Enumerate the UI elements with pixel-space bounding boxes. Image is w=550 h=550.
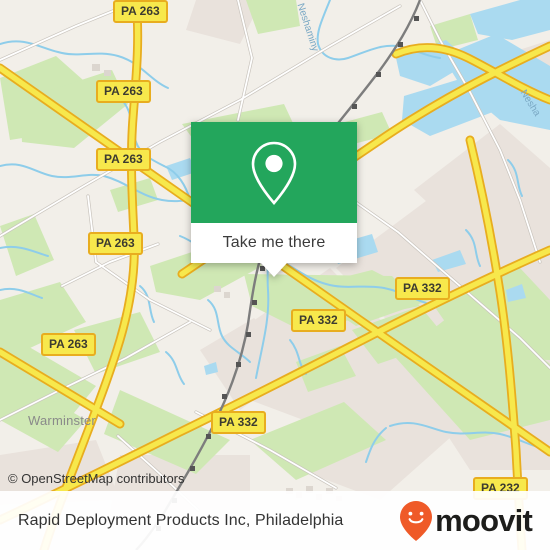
shield-pa-263-d[interactable]: PA 263 xyxy=(88,232,143,255)
map-canvas[interactable]: Warminster Neshaminy Nesha PA 263 PA 263… xyxy=(0,0,550,550)
popup-footer[interactable]: Take me there xyxy=(191,223,357,277)
moovit-logo[interactable]: moovit xyxy=(398,500,533,542)
moovit-pin-smiley-icon xyxy=(400,500,433,541)
shield-pa-263-a[interactable]: PA 263 xyxy=(113,0,168,23)
shield-pa-332-b[interactable]: PA 332 xyxy=(291,309,346,332)
osm-attribution[interactable]: © OpenStreetMap contributors xyxy=(8,471,185,486)
moovit-wordmark: moovit xyxy=(435,503,533,538)
popup-action-label: Take me there xyxy=(222,234,326,251)
shield-pa-263-e[interactable]: PA 263 xyxy=(41,333,96,356)
take-me-there-popup[interactable]: Take me there xyxy=(191,122,357,277)
shield-pa-263-b[interactable]: PA 263 xyxy=(96,80,151,103)
map-label-warminster: Warminster xyxy=(28,413,96,428)
shield-pa-332-a[interactable]: PA 332 xyxy=(395,277,450,300)
shield-pa-263-c[interactable]: PA 263 xyxy=(96,148,151,171)
popup-header xyxy=(191,122,357,223)
map-screenshot: Warminster Neshaminy Nesha PA 263 PA 263… xyxy=(0,0,550,550)
bottom-bar: Rapid Deployment Products Inc, Philadelp… xyxy=(0,491,550,550)
map-pin-icon xyxy=(251,141,297,205)
shield-pa-332-c[interactable]: PA 332 xyxy=(211,411,266,434)
place-title: Rapid Deployment Products Inc, Philadelp… xyxy=(18,511,344,529)
popup-tail xyxy=(261,263,287,277)
